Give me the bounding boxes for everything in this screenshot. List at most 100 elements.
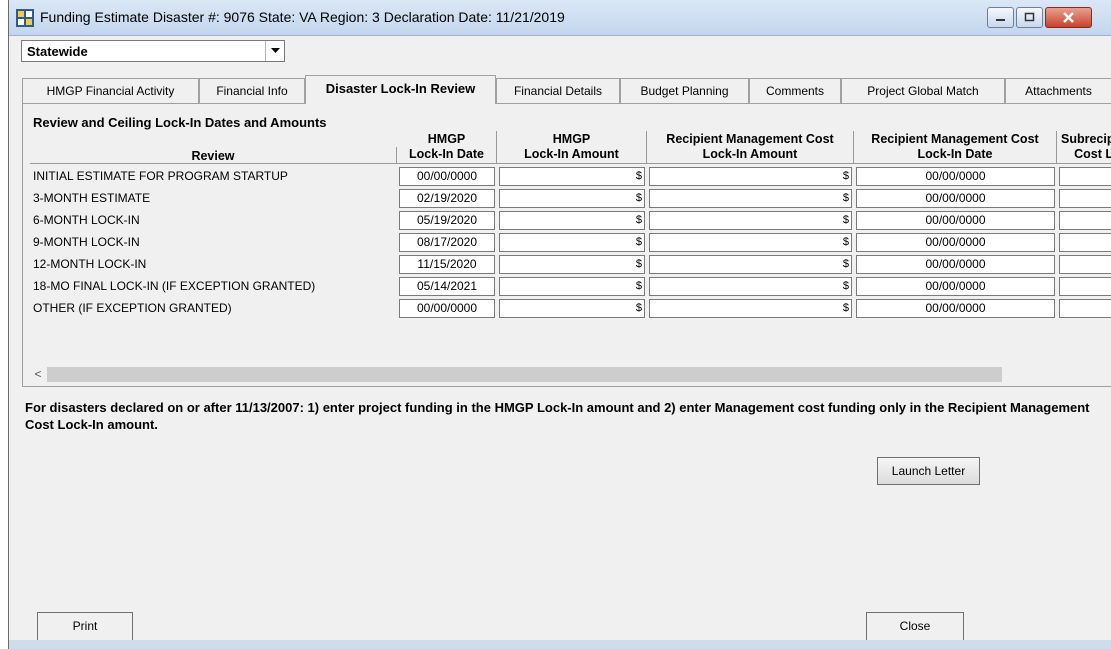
hmgp-lock-in-date-input[interactable]: 05/14/2021 [399, 277, 495, 296]
chevron-down-icon[interactable] [265, 41, 284, 61]
rmc-lock-in-amount-input[interactable]: $ [649, 189, 852, 208]
column-header-hmgp-amount: HMGP Lock-In Amount [497, 131, 647, 164]
currency-symbol: $ [635, 280, 642, 292]
scope-select-value: Statewide [27, 44, 88, 59]
tab-disaster-lock-in-review[interactable]: Disaster Lock-In Review [305, 75, 496, 104]
print-button[interactable]: Print [37, 612, 133, 642]
currency-symbol: $ [842, 302, 849, 314]
tab-financial-details[interactable]: Financial Details [496, 78, 620, 103]
currency-symbol: $ [635, 302, 642, 314]
table-row: 18-MO FINAL LOCK-IN (IF EXCEPTION GRANTE… [30, 275, 1111, 297]
tab-attachments[interactable]: Attachments [1005, 78, 1111, 103]
currency-symbol: $ [635, 236, 642, 248]
tab-hmgp-financial-activity[interactable]: HMGP Financial Activity [22, 78, 199, 103]
currency-symbol: $ [635, 258, 642, 270]
scroll-left-icon[interactable]: < [30, 366, 46, 383]
rmc-lock-in-amount-input[interactable]: $ [649, 167, 852, 186]
scrollbar-thumb[interactable] [47, 367, 1002, 382]
rmc-lock-in-amount-input[interactable]: $ [649, 211, 852, 230]
rmc-lock-in-date-input[interactable]: 00/00/0000 [856, 277, 1055, 296]
hmgp-lock-in-date-input[interactable]: 02/19/2020 [399, 189, 495, 208]
rmc-lock-in-amount-input[interactable]: $ [649, 277, 852, 296]
column-header-review: Review [30, 147, 397, 164]
subrecipient-cost-input[interactable] [1059, 211, 1111, 230]
hmgp-lock-in-amount-input[interactable]: $ [499, 189, 645, 208]
tab-comments[interactable]: Comments [749, 78, 841, 103]
maximize-button[interactable] [1016, 7, 1043, 28]
currency-symbol: $ [842, 258, 849, 270]
row-review-label: 6-MONTH LOCK-IN [33, 213, 140, 227]
column-header-rmc-date-line1: Recipient Management Cost [871, 132, 1039, 146]
column-header-hmgp-amount-line2: Lock-In Amount [524, 147, 619, 161]
row-review-label: 9-MONTH LOCK-IN [33, 235, 140, 249]
subrecipient-cost-input[interactable] [1059, 233, 1111, 252]
hmgp-lock-in-date-input[interactable]: 00/00/0000 [399, 299, 495, 318]
column-header-hmgp-amount-line1: HMGP [552, 132, 591, 146]
column-header-rmc-date-line2: Lock-In Date [917, 147, 993, 161]
tab-financial-info[interactable]: Financial Info [199, 78, 305, 103]
title-bar: Funding Estimate Disaster #: 9076 State:… [9, 0, 1111, 36]
close-icon [1063, 12, 1074, 23]
column-header-rmc-date: Recipient Management Cost Lock-In Date [854, 131, 1057, 164]
currency-symbol: $ [635, 192, 642, 204]
close-window-button[interactable] [1045, 7, 1092, 28]
column-header-rmc-amount-line1: Recipient Management Cost [666, 132, 834, 146]
currency-symbol: $ [635, 170, 642, 182]
lock-in-grid: Review and Ceiling Lock-In Dates and Amo… [30, 113, 1111, 363]
rmc-lock-in-date-input[interactable]: 00/00/0000 [856, 211, 1055, 230]
hmgp-lock-in-date-input[interactable]: 08/17/2020 [399, 233, 495, 252]
subrecipient-cost-input[interactable] [1059, 189, 1111, 208]
hmgp-lock-in-amount-input[interactable]: $ [499, 211, 645, 230]
table-row: 6-MONTH LOCK-IN 05/19/2020 $ $ 00/00/000… [30, 209, 1111, 231]
hmgp-lock-in-amount-input[interactable]: $ [499, 255, 645, 274]
currency-symbol: $ [842, 214, 849, 226]
subrecipient-cost-input[interactable] [1059, 255, 1111, 274]
hmgp-lock-in-amount-input[interactable]: $ [499, 167, 645, 186]
column-header-rmc-amount-line2: Lock-In Amount [702, 147, 798, 161]
minimize-button[interactable] [987, 7, 1014, 28]
hmgp-lock-in-amount-input[interactable]: $ [499, 233, 645, 252]
horizontal-scrollbar[interactable]: < [30, 366, 1006, 383]
launch-letter-button[interactable]: Launch Letter [877, 457, 980, 485]
close-button[interactable]: Close [866, 612, 964, 642]
hmgp-lock-in-date-input[interactable]: 00/00/0000 [399, 167, 495, 186]
table-row: INITIAL ESTIMATE FOR PROGRAM STARTUP 00/… [30, 165, 1111, 187]
rmc-lock-in-date-input[interactable]: 00/00/0000 [856, 167, 1055, 186]
rmc-lock-in-amount-input[interactable]: $ [649, 299, 852, 318]
rmc-lock-in-date-input[interactable]: 00/00/0000 [856, 233, 1055, 252]
row-review-label: OTHER (IF EXCEPTION GRANTED) [33, 301, 232, 315]
lock-in-review-panel: Review and Ceiling Lock-In Dates and Amo… [22, 103, 1111, 387]
hmgp-lock-in-amount-input[interactable]: $ [499, 277, 645, 296]
currency-symbol: $ [842, 280, 849, 292]
funding-estimate-window: Funding Estimate Disaster #: 9076 State:… [8, 0, 1111, 649]
column-header-subrecipient: Subrecip Cost L [1057, 131, 1111, 164]
rmc-lock-in-amount-input[interactable]: $ [649, 233, 852, 252]
maximize-icon [1024, 12, 1035, 22]
column-header-subrecipient-line2: Cost L [1074, 147, 1111, 161]
hmgp-lock-in-date-input[interactable]: 05/19/2020 [399, 211, 495, 230]
scope-select[interactable]: Statewide [21, 40, 285, 62]
column-header-subrecipient-line1: Subrecip [1061, 132, 1111, 146]
row-review-label: 12-MONTH LOCK-IN [33, 257, 147, 271]
currency-symbol: $ [842, 170, 849, 182]
tab-project-global-match[interactable]: Project Global Match [841, 78, 1005, 103]
rmc-lock-in-date-input[interactable]: 00/00/0000 [856, 299, 1055, 318]
rmc-lock-in-date-input[interactable]: 00/00/0000 [856, 255, 1055, 274]
row-review-label: 3-MONTH ESTIMATE [33, 191, 151, 205]
minimize-icon [996, 19, 1005, 21]
subrecipient-cost-input[interactable] [1059, 277, 1111, 296]
rmc-lock-in-amount-input[interactable]: $ [649, 255, 852, 274]
tab-budget-planning[interactable]: Budget Planning [620, 78, 749, 103]
currency-symbol: $ [842, 236, 849, 248]
rmc-lock-in-date-input[interactable]: 00/00/0000 [856, 189, 1055, 208]
tab-strip: HMGP Financial Activity Financial Info D… [22, 75, 1111, 104]
hmgp-lock-in-date-input[interactable]: 11/15/2020 [399, 255, 495, 274]
subrecipient-cost-input[interactable] [1059, 299, 1111, 318]
hmgp-lock-in-amount-input[interactable]: $ [499, 299, 645, 318]
window-title: Funding Estimate Disaster #: 9076 State:… [40, 9, 565, 25]
row-review-label: INITIAL ESTIMATE FOR PROGRAM STARTUP [33, 169, 288, 183]
table-row: 12-MONTH LOCK-IN 11/15/2020 $ $ 00/00/00… [30, 253, 1111, 275]
section-title: Review and Ceiling Lock-In Dates and Amo… [33, 115, 327, 130]
column-header-rmc-amount: Recipient Management Cost Lock-In Amount [647, 131, 854, 164]
subrecipient-cost-input[interactable] [1059, 167, 1111, 186]
